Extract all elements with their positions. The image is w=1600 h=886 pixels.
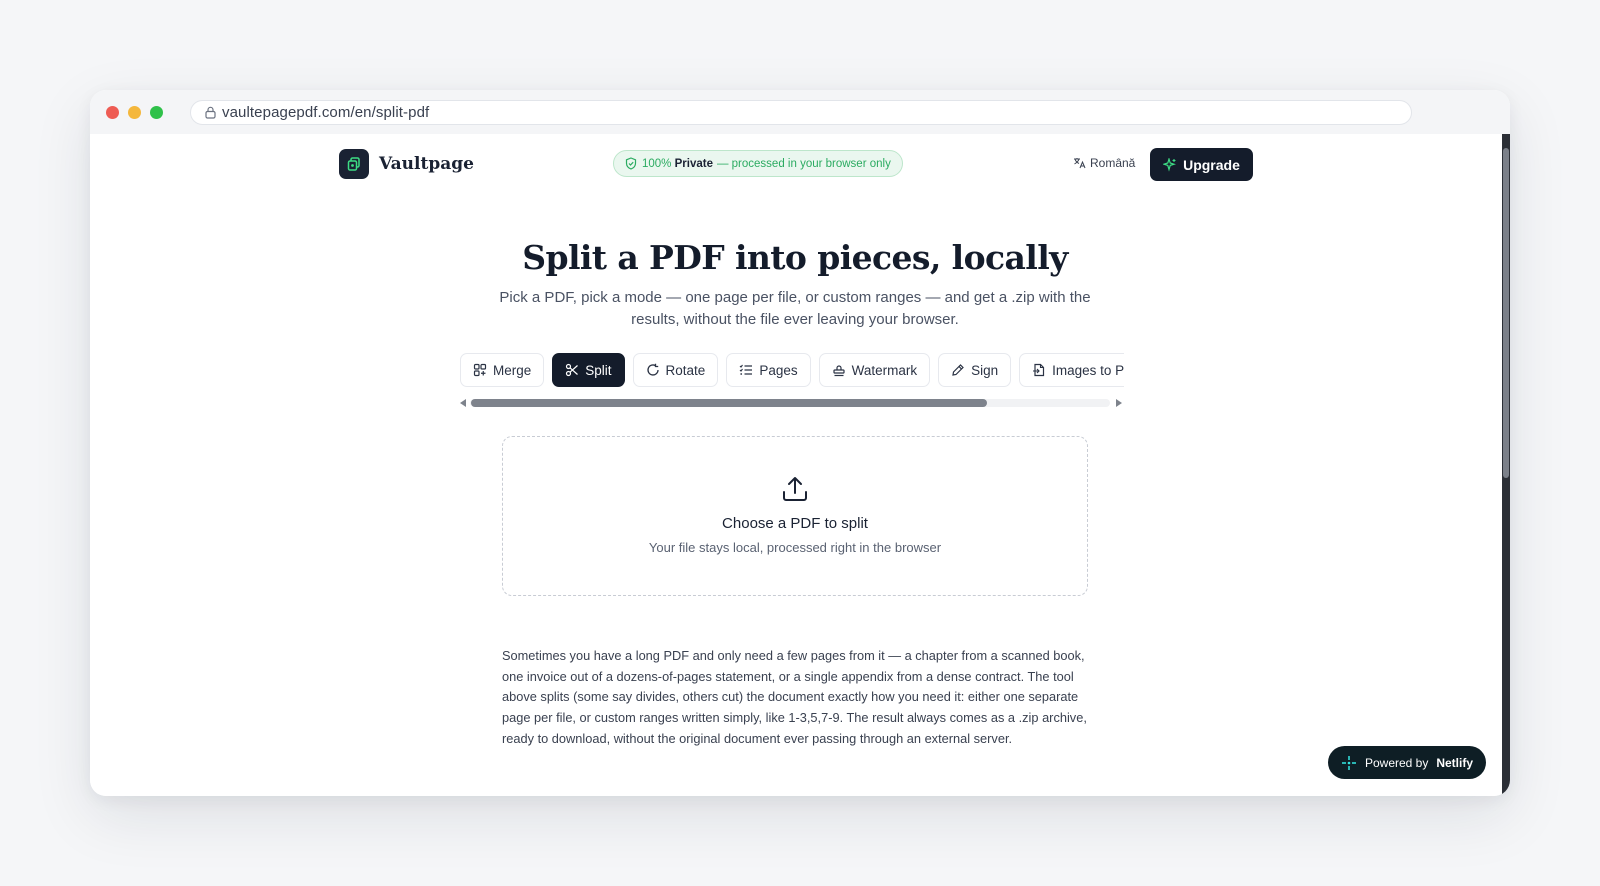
maximize-window-button[interactable] <box>150 106 163 119</box>
netlify-logo-icon <box>1341 755 1356 770</box>
page-viewport: Vaultpage 100% Private — processed in yo… <box>90 134 1510 796</box>
tab-label: Watermark <box>851 362 918 378</box>
minimize-window-button[interactable] <box>128 106 141 119</box>
upgrade-label: Upgrade <box>1183 156 1240 173</box>
tab-rotate[interactable]: Rotate <box>632 353 719 387</box>
privacy-badge: 100% Private — processed in your browser… <box>613 150 903 177</box>
brand-name: Vaultpage <box>379 154 474 174</box>
privacy-private-text: Private <box>674 157 713 170</box>
tab-watermark[interactable]: Watermark <box>818 353 931 387</box>
image-file-icon <box>1033 363 1045 377</box>
privacy-strong: 100% <box>642 157 675 170</box>
tab-label: Images to PDF <box>1052 362 1124 378</box>
tool-tabs: Merge Split Rotate Pages Watermark Sign … <box>458 353 1124 389</box>
rotate-icon <box>646 363 659 376</box>
url-text: vaultepagepdf.com/en/split-pdf <box>222 104 430 121</box>
sparkles-icon <box>1163 157 1177 172</box>
tabs-horizontal-scrollbar[interactable] <box>458 396 1124 408</box>
dropzone-subtitle: Your file stays local, processed right i… <box>648 540 942 555</box>
tab-sign[interactable]: Sign <box>938 353 1012 387</box>
signature-icon <box>952 364 964 376</box>
browser-window: vaultepagepdf.com/en/split-pdf Vaultpage… <box>90 90 1510 796</box>
vaultpage-logo-icon <box>339 149 369 179</box>
tab-split[interactable]: Split <box>552 353 625 387</box>
scissors-icon <box>566 363 579 377</box>
tab-merge[interactable]: Merge <box>460 353 545 387</box>
upload-icon <box>783 477 807 501</box>
intro-paragraph: Sometimes you have a long PDF and only n… <box>502 648 1087 746</box>
browser-titlebar: vaultepagepdf.com/en/split-pdf <box>90 90 1510 134</box>
privacy-rest: — processed in your browser only <box>716 157 891 170</box>
tab-label: Split <box>585 362 612 378</box>
stamp-icon <box>832 365 845 377</box>
brand-logo[interactable]: Vaultpage <box>339 149 474 179</box>
address-bar[interactable]: vaultepagepdf.com/en/split-pdf <box>190 100 1412 125</box>
tab-images-to-pdf[interactable]: Images to PDF <box>1019 353 1124 387</box>
upgrade-button[interactable]: Upgrade <box>1150 148 1253 181</box>
pages-list-icon <box>739 364 753 375</box>
netlify-prefix: Powered by <box>1364 755 1429 770</box>
lock-icon <box>205 106 216 119</box>
shield-check-icon <box>625 157 637 170</box>
scroll-left-arrow-icon[interactable] <box>460 399 466 407</box>
merge-icon <box>473 363 487 377</box>
page-subtitle: Pick a PDF, pick a mode — one page per f… <box>499 289 1091 328</box>
tab-label: Rotate <box>665 362 706 378</box>
pdf-dropzone[interactable]: Choose a PDF to split Your file stays lo… <box>502 436 1088 596</box>
scrollbar-thumb[interactable] <box>471 399 987 407</box>
vertical-scrollbar-thumb[interactable] <box>1503 148 1509 478</box>
page-title: Split a PDF into pieces, locally <box>522 238 1068 277</box>
translate-icon <box>1074 158 1086 169</box>
tab-label: Merge <box>493 362 532 378</box>
netlify-brand: Netlify <box>1436 755 1474 770</box>
dropzone-title: Choose a PDF to split <box>722 515 868 532</box>
language-label: Română <box>1090 156 1136 170</box>
language-switcher[interactable]: Română <box>1073 156 1135 170</box>
netlify-badge[interactable]: Powered by Netlify <box>1328 746 1486 779</box>
page-vertical-scrollbar[interactable] <box>1502 134 1510 796</box>
close-window-button[interactable] <box>106 106 119 119</box>
tab-label: Pages <box>759 362 798 378</box>
tab-pages[interactable]: Pages <box>726 353 811 387</box>
tab-label: Sign <box>971 362 999 378</box>
scroll-right-arrow-icon[interactable] <box>1116 399 1122 407</box>
